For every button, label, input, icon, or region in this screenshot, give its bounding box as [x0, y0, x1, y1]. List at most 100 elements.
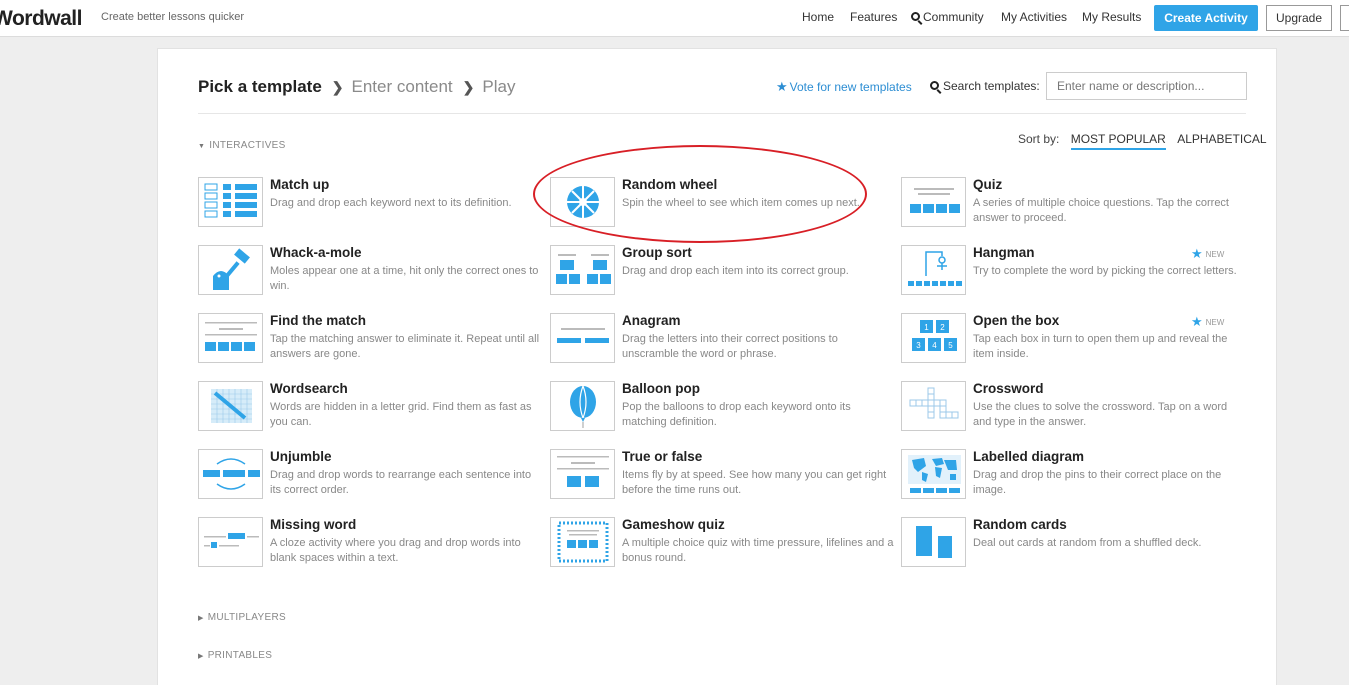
gameshow-quiz-icon	[550, 517, 615, 567]
star-icon: ★	[1191, 314, 1203, 329]
template-name: Random cards	[973, 517, 1067, 532]
nav-my-activities[interactable]: My Activities	[1001, 10, 1067, 24]
template-name: Labelled diagram	[973, 449, 1085, 464]
svg-text:1: 1	[924, 323, 929, 332]
open-the-box-icon: 1 2 3 4 5	[901, 313, 966, 363]
sort-label: Sort by:	[1018, 132, 1060, 146]
template-name: Unjumble	[270, 449, 332, 464]
nav-features[interactable]: Features	[850, 10, 897, 24]
template-description: A series of multiple choice questions. T…	[973, 197, 1229, 224]
template-unjumble[interactable]: Unjumble Drag and drop words to rearrang…	[198, 449, 543, 509]
template-wordsearch[interactable]: Wordsearch Words are hidden in a letter …	[198, 381, 543, 441]
random-cards-icon	[901, 517, 966, 567]
crossword-icon	[901, 381, 966, 431]
template-name: Open the box	[973, 313, 1060, 328]
chevron-right-icon: ❯	[331, 79, 344, 95]
template-name: Match up	[270, 177, 330, 192]
sort-alphabetical[interactable]: ALPHABETICAL	[1177, 132, 1266, 146]
template-balloon-pop[interactable]: Balloon pop Pop the balloons to drop eac…	[550, 381, 895, 441]
vote-templates-link[interactable]: ★ Vote for new templates	[776, 79, 912, 95]
hangman-icon	[901, 245, 966, 295]
new-badge: ★ NEW	[1191, 245, 1224, 261]
new-badge-label: NEW	[1205, 250, 1225, 259]
template-description: Tap each box in turn to open them up and…	[973, 333, 1228, 360]
template-random-wheel[interactable]: Random wheel Spin the wheel to see which…	[550, 177, 895, 237]
template-group-sort[interactable]: Group sort Drag and drop each item into …	[550, 245, 895, 305]
template-description: Items fly by at speed. See how many you …	[622, 469, 887, 496]
wordwall-logo[interactable]: Wordwall	[0, 6, 82, 32]
template-name: Random wheel	[622, 177, 718, 192]
template-name: Quiz	[973, 177, 1003, 192]
section-multiplayers-label: MULTIPLAYERS	[207, 612, 286, 623]
sort-most-popular[interactable]: MOST POPULAR	[1070, 132, 1166, 150]
anagram-icon	[550, 313, 615, 363]
template-description: Words are hidden in a letter grid. Find …	[270, 401, 532, 428]
template-anagram[interactable]: Anagram Drag the letters into their corr…	[550, 313, 895, 373]
caret-right-icon: ▶	[198, 615, 204, 622]
nav-community[interactable]: Community	[911, 10, 984, 24]
section-interactives[interactable]: ▼ INTERACTIVES	[198, 140, 286, 151]
random-wheel-icon	[550, 177, 615, 227]
breadcrumb: Pick a template ❯ Enter content ❯ Play	[198, 77, 515, 97]
section-multiplayers[interactable]: ▶ MULTIPLAYERS	[198, 612, 286, 623]
chevron-right-icon: ❯	[462, 79, 475, 95]
svg-text:2: 2	[940, 323, 945, 332]
template-crossword[interactable]: Crossword Use the clues to solve the cro…	[901, 381, 1246, 441]
search-icon	[911, 12, 920, 21]
template-open-the-box[interactable]: 1 2 3 4 5 Open the box ★ NEW Tap each box in …	[901, 313, 1246, 373]
template-picker-panel: Pick a template ❯ Enter content ❯ Play ★ Vote…	[157, 48, 1277, 685]
template-hangman[interactable]: Hangman ★ NEW Try to complete the word by…	[901, 245, 1246, 305]
template-description: Drag and drop the pins to their correct …	[973, 469, 1222, 496]
whack-a-mole-icon	[198, 245, 263, 295]
section-printables[interactable]: ▶ PRINTABLES	[198, 650, 272, 661]
template-description: Drag and drop each keyword next to its d…	[270, 197, 512, 209]
template-gameshow-quiz[interactable]: Gameshow quiz A multiple choice quiz wit…	[550, 517, 895, 577]
balloon-pop-icon	[550, 381, 615, 431]
new-badge: ★ NEW	[1191, 313, 1224, 329]
template-true-or-false[interactable]: True or false Items fly by at speed. See…	[550, 449, 895, 509]
step-play: Play	[482, 77, 516, 96]
template-quiz[interactable]: Quiz A series of multiple choice questio…	[901, 177, 1246, 237]
template-description: A cloze activity where you drag and drop…	[270, 537, 521, 564]
template-labelled-diagram[interactable]: Labelled diagram Drag and drop the pins …	[901, 449, 1246, 509]
template-random-cards[interactable]: Random cards Deal out cards at random fr…	[901, 517, 1246, 577]
nav-my-results[interactable]: My Results	[1082, 10, 1141, 24]
template-find-the-match[interactable]: Find the match Tap the matching answer t…	[198, 313, 543, 373]
template-name: Missing word	[270, 517, 357, 532]
template-match-up[interactable]: Match up Drag and drop each keyword next…	[198, 177, 543, 237]
nav-community-label: Community	[923, 10, 984, 24]
template-name: True or false	[622, 449, 703, 464]
star-icon: ★	[1191, 246, 1203, 261]
template-name: Anagram	[622, 313, 681, 328]
nav-home[interactable]: Home	[802, 10, 834, 24]
template-missing-word[interactable]: Missing word A cloze activity where you …	[198, 517, 543, 577]
search-templates-input[interactable]	[1046, 72, 1247, 100]
template-whack-a-mole[interactable]: Whack-a-mole Moles appear one at a time,…	[198, 245, 543, 305]
template-description: Drag and drop words to rearrange each se…	[270, 469, 532, 496]
create-activity-button[interactable]: Create Activity	[1154, 5, 1258, 31]
top-bar: Wordwall Create better lessons quicker H…	[0, 0, 1349, 37]
new-badge-label: NEW	[1205, 318, 1225, 327]
caret-right-icon: ▶	[198, 653, 204, 660]
vote-templates-label: Vote for new templates	[789, 80, 912, 94]
template-description: Use the clues to solve the crossword. Ta…	[973, 401, 1228, 428]
tagline: Create better lessons quicker	[101, 11, 245, 23]
caret-down-icon: ▼	[198, 143, 206, 150]
unjumble-icon	[198, 449, 263, 499]
star-icon: ★	[776, 79, 788, 94]
template-name: Wordsearch	[270, 381, 348, 396]
upgrade-button[interactable]: Upgrade	[1266, 5, 1332, 31]
template-name: Group sort	[622, 245, 692, 260]
search-templates-label: Search templates:	[930, 79, 1040, 93]
template-description: Drag and drop each item into its correct…	[622, 265, 849, 277]
template-name: Hangman	[973, 245, 1035, 260]
svg-text:3: 3	[916, 341, 921, 350]
template-name: Crossword	[973, 381, 1044, 396]
template-description: Tap the matching answer to eliminate it.…	[270, 333, 540, 360]
template-description: Drag the letters into their correct posi…	[622, 333, 838, 360]
account-button[interactable]	[1340, 5, 1349, 31]
group-sort-icon	[550, 245, 615, 295]
section-printables-label: PRINTABLES	[207, 650, 273, 661]
svg-text:5: 5	[948, 341, 953, 350]
find-the-match-icon	[198, 313, 263, 363]
